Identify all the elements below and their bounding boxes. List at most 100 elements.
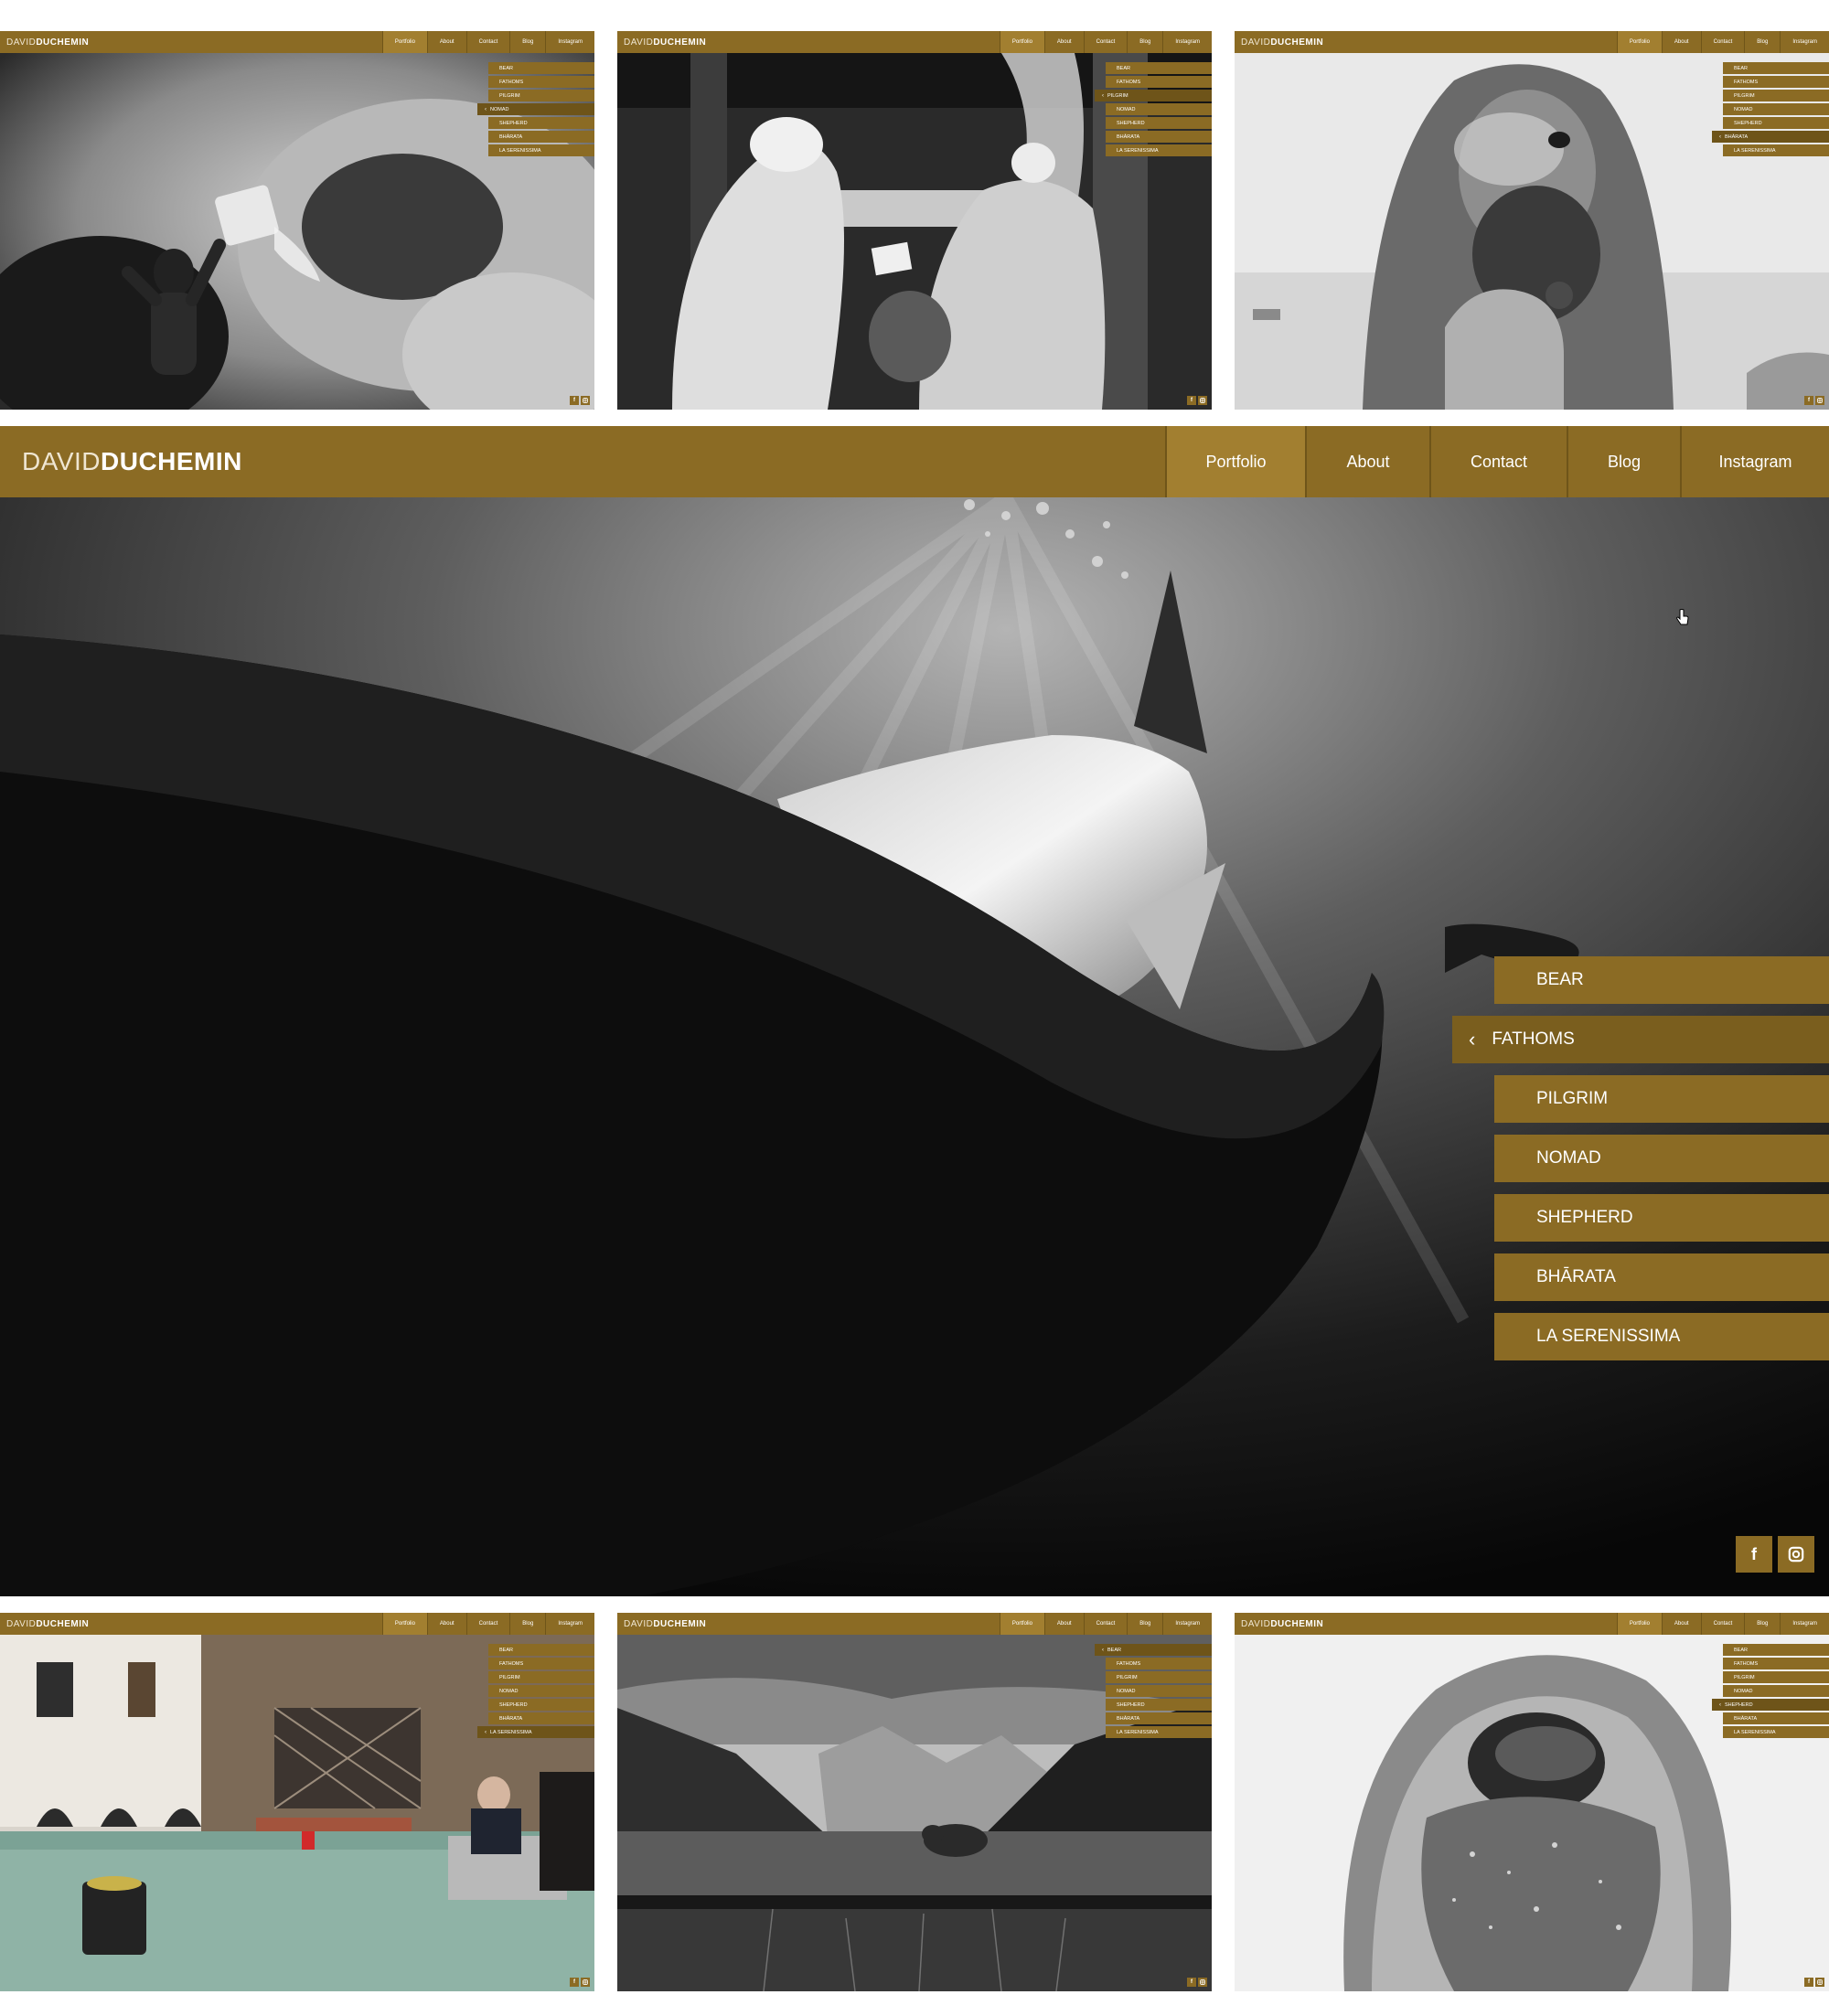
menu-item-shepherd[interactable]: ‹SHEPHERD — [1712, 1699, 1829, 1711]
instagram-icon[interactable] — [1815, 1978, 1824, 1987]
nav-about[interactable]: About — [1661, 31, 1701, 53]
nav-contact[interactable]: Contact — [1429, 426, 1567, 497]
nav-blog[interactable]: Blog — [509, 1613, 545, 1635]
nav-instagram[interactable]: Instagram — [545, 31, 594, 53]
nav-blog[interactable]: Blog — [1127, 31, 1162, 53]
menu-item-bharata[interactable]: ‹BHĀRATA — [1712, 131, 1829, 143]
instagram-icon[interactable] — [581, 396, 590, 405]
nav-contact[interactable]: Contact — [1700, 31, 1745, 53]
instagram-icon[interactable] — [581, 1978, 590, 1987]
nav-instagram[interactable]: Instagram — [1162, 31, 1212, 53]
menu-item-bear[interactable]: ‹BEAR — [488, 62, 594, 74]
menu-item-pilgrim[interactable]: ‹PILGRIM — [488, 90, 594, 101]
facebook-icon[interactable]: f — [570, 396, 579, 405]
site-logo[interactable]: DAVID DUCHEMIN — [0, 31, 89, 53]
site-logo[interactable]: DAVID DUCHEMIN — [617, 31, 706, 53]
nav-portfolio[interactable]: Portfolio — [999, 31, 1044, 53]
nav-blog[interactable]: Blog — [1744, 1613, 1780, 1635]
menu-item-bharata[interactable]: ‹BHĀRATA — [1106, 1712, 1212, 1724]
nav-portfolio[interactable]: Portfolio — [999, 1613, 1044, 1635]
menu-item-shepherd[interactable]: ‹SHEPHERD — [1106, 117, 1212, 129]
menu-item-pilgrim[interactable]: ‹PILGRIM — [1095, 90, 1212, 101]
menu-item-nomad[interactable]: ‹NOMAD — [1723, 1685, 1829, 1697]
nav-about[interactable]: About — [426, 31, 466, 53]
nav-about[interactable]: About — [426, 1613, 466, 1635]
menu-item-shepherd[interactable]: ‹SHEPHERD — [1494, 1194, 1829, 1242]
menu-item-bharata[interactable]: ‹BHĀRATA — [488, 131, 594, 143]
menu-item-la-serenissima[interactable]: ‹LA SERENISSIMA — [1494, 1313, 1829, 1360]
menu-item-la-serenissima[interactable]: ‹LA SERENISSIMA — [477, 1726, 594, 1738]
menu-item-pilgrim[interactable]: ‹PILGRIM — [1106, 1671, 1212, 1683]
menu-item-nomad[interactable]: ‹NOMAD — [1723, 103, 1829, 115]
menu-item-fathoms[interactable]: ‹FATHOMS — [1106, 1658, 1212, 1669]
nav-about[interactable]: About — [1661, 1613, 1701, 1635]
nav-blog[interactable]: Blog — [1744, 31, 1780, 53]
menu-item-shepherd[interactable]: ‹SHEPHERD — [488, 1699, 594, 1711]
menu-item-bear[interactable]: ‹BEAR — [1095, 1644, 1212, 1656]
facebook-icon[interactable]: f — [570, 1978, 579, 1987]
menu-item-pilgrim[interactable]: ‹PILGRIM — [1723, 1671, 1829, 1683]
instagram-icon[interactable] — [1815, 396, 1824, 405]
nav-blog[interactable]: Blog — [1567, 426, 1680, 497]
nav-contact[interactable]: Contact — [465, 1613, 510, 1635]
nav-contact[interactable]: Contact — [1083, 1613, 1128, 1635]
menu-item-pilgrim[interactable]: ‹PILGRIM — [1723, 90, 1829, 101]
site-logo[interactable]: DAVID DUCHEMIN — [617, 1613, 706, 1635]
facebook-icon[interactable]: f — [1187, 396, 1196, 405]
menu-item-pilgrim[interactable]: ‹PILGRIM — [1494, 1075, 1829, 1123]
nav-portfolio[interactable]: Portfolio — [381, 1613, 427, 1635]
nav-blog[interactable]: Blog — [509, 31, 545, 53]
menu-item-fathoms[interactable]: ‹FATHOMS — [1723, 1658, 1829, 1669]
site-logo[interactable]: DAVID DUCHEMIN — [1235, 1613, 1323, 1635]
facebook-icon[interactable]: f — [1736, 1536, 1772, 1573]
instagram-icon[interactable] — [1198, 396, 1207, 405]
menu-item-fathoms[interactable]: ‹FATHOMS — [488, 76, 594, 88]
nav-portfolio[interactable]: Portfolio — [1616, 31, 1662, 53]
menu-item-bharata[interactable]: ‹BHĀRATA — [1494, 1253, 1829, 1301]
nav-instagram[interactable]: Instagram — [1162, 1613, 1212, 1635]
menu-item-pilgrim[interactable]: ‹PILGRIM — [488, 1671, 594, 1683]
menu-item-fathoms[interactable]: ‹FATHOMS — [488, 1658, 594, 1669]
nav-portfolio[interactable]: Portfolio — [1616, 1613, 1662, 1635]
nav-contact[interactable]: Contact — [465, 31, 510, 53]
menu-item-shepherd[interactable]: ‹SHEPHERD — [1106, 1699, 1212, 1711]
nav-contact[interactable]: Contact — [1700, 1613, 1745, 1635]
nav-about[interactable]: About — [1043, 31, 1084, 53]
menu-item-nomad[interactable]: ‹NOMAD — [488, 1685, 594, 1697]
facebook-icon[interactable]: f — [1804, 1978, 1813, 1987]
instagram-icon[interactable] — [1778, 1536, 1814, 1573]
site-logo[interactable]: DAVID DUCHEMIN — [0, 426, 242, 497]
menu-item-bear[interactable]: ‹BEAR — [1494, 956, 1829, 1004]
nav-instagram[interactable]: Instagram — [1780, 1613, 1829, 1635]
menu-item-la-serenissima[interactable]: ‹LA SERENISSIMA — [488, 144, 594, 156]
menu-item-la-serenissima[interactable]: ‹LA SERENISSIMA — [1723, 1726, 1829, 1738]
menu-item-la-serenissima[interactable]: ‹LA SERENISSIMA — [1723, 144, 1829, 156]
menu-item-la-serenissima[interactable]: ‹LA SERENISSIMA — [1106, 1726, 1212, 1738]
nav-instagram[interactable]: Instagram — [545, 1613, 594, 1635]
menu-item-bear[interactable]: ‹BEAR — [1723, 62, 1829, 74]
nav-about[interactable]: About — [1305, 426, 1429, 497]
menu-item-fathoms[interactable]: ‹FATHOMS — [1723, 76, 1829, 88]
menu-item-nomad[interactable]: ‹NOMAD — [477, 103, 594, 115]
nav-contact[interactable]: Contact — [1083, 31, 1128, 53]
menu-item-la-serenissima[interactable]: ‹LA SERENISSIMA — [1106, 144, 1212, 156]
menu-item-bharata[interactable]: ‹BHĀRATA — [1106, 131, 1212, 143]
menu-item-nomad[interactable]: ‹NOMAD — [1494, 1135, 1829, 1182]
menu-item-bear[interactable]: ‹BEAR — [1106, 62, 1212, 74]
menu-item-nomad[interactable]: ‹NOMAD — [1106, 1685, 1212, 1697]
menu-item-shepherd[interactable]: ‹SHEPHERD — [488, 117, 594, 129]
site-logo[interactable]: DAVID DUCHEMIN — [0, 1613, 89, 1635]
nav-portfolio[interactable]: Portfolio — [381, 31, 427, 53]
facebook-icon[interactable]: f — [1187, 1978, 1196, 1987]
menu-item-fathoms[interactable]: ‹FATHOMS — [1106, 76, 1212, 88]
menu-item-fathoms[interactable]: ‹FATHOMS — [1452, 1016, 1829, 1063]
nav-portfolio[interactable]: Portfolio — [1165, 426, 1305, 497]
menu-item-bear[interactable]: ‹BEAR — [488, 1644, 594, 1656]
menu-item-bharata[interactable]: ‹BHĀRATA — [1723, 1712, 1829, 1724]
menu-item-bear[interactable]: ‹BEAR — [1723, 1644, 1829, 1656]
site-logo[interactable]: DAVID DUCHEMIN — [1235, 31, 1323, 53]
nav-instagram[interactable]: Instagram — [1680, 426, 1829, 497]
nav-about[interactable]: About — [1043, 1613, 1084, 1635]
instagram-icon[interactable] — [1198, 1978, 1207, 1987]
facebook-icon[interactable]: f — [1804, 396, 1813, 405]
